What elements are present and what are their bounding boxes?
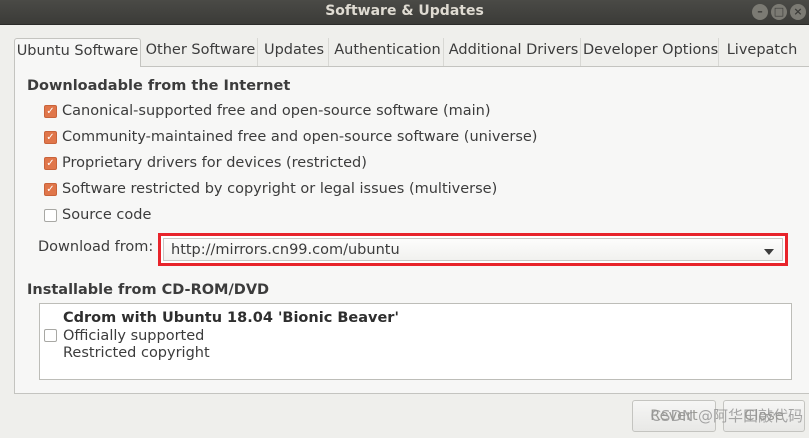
- cdrom-list: Cdrom with Ubuntu 18.04 'Bionic Beaver' …: [39, 303, 792, 380]
- checkbox-source-code[interactable]: Source code: [44, 205, 151, 225]
- checkbox-checked-icon[interactable]: ✓: [44, 156, 57, 170]
- checkbox-checked-icon[interactable]: ✓: [44, 182, 57, 196]
- tab-bar: Ubuntu Software Other Software Updates A…: [14, 38, 809, 67]
- download-from-label: Download from:: [38, 239, 154, 255]
- checkbox-unchecked-icon[interactable]: [44, 208, 57, 222]
- checkbox-multiverse[interactable]: ✓ Software restricted by copyright or le…: [44, 179, 497, 199]
- cdrom-item-title: Cdrom with Ubuntu 18.04 'Bionic Beaver': [63, 310, 399, 326]
- checkbox-main[interactable]: ✓ Canonical-supported free and open-sour…: [44, 101, 491, 121]
- checkbox-label: Source code: [62, 207, 152, 223]
- checkbox-checked-icon[interactable]: ✓: [44, 130, 57, 144]
- tab-developer-options[interactable]: Developer Options: [583, 38, 719, 66]
- checkbox-label: Proprietary drivers for devices (restric…: [62, 155, 367, 171]
- checkbox-checked-icon[interactable]: ✓: [44, 104, 57, 118]
- download-from-value: http://mirrors.cn99.com/ubuntu: [171, 242, 400, 258]
- tab-updates[interactable]: Updates: [260, 38, 329, 66]
- maximize-icon[interactable]: □: [771, 4, 787, 20]
- cdrom-heading: Installable from CD-ROM/DVD: [27, 282, 270, 298]
- checkbox-label: Software restricted by copyright or lega…: [62, 181, 498, 197]
- cdrom-item-line: Officially supported: [63, 328, 205, 344]
- window-title: Software & Updates: [325, 3, 484, 19]
- close-icon[interactable]: ×: [790, 4, 806, 20]
- downloadable-heading: Downloadable from the Internet: [27, 78, 291, 94]
- minimize-icon[interactable]: –: [752, 4, 768, 20]
- checkbox-restricted[interactable]: ✓ Proprietary drivers for devices (restr…: [44, 153, 367, 173]
- checkbox-unchecked-icon[interactable]: [44, 329, 57, 342]
- tab-additional-drivers[interactable]: Additional Drivers: [447, 38, 581, 66]
- tab-authentication[interactable]: Authentication: [332, 38, 444, 66]
- tab-other-software[interactable]: Other Software: [144, 38, 258, 66]
- checkbox-universe[interactable]: ✓ Community-maintained free and open-sou…: [44, 127, 537, 147]
- tab-ubuntu-software[interactable]: Ubuntu Software: [14, 38, 141, 67]
- checkbox-label: Community-maintained free and open-sourc…: [62, 129, 538, 145]
- watermark: CSDN @阿华田敲代码: [650, 407, 803, 425]
- cdrom-item-line: Restricted copyright: [63, 345, 210, 361]
- checkbox-label: Canonical-supported free and open-source…: [62, 103, 491, 119]
- download-from-combo[interactable]: http://mirrors.cn99.com/ubuntu: [163, 238, 783, 261]
- download-from-dropdown[interactable]: http://mirrors.cn99.com/ubuntu: [158, 233, 788, 266]
- title-bar: Software & Updates – □ ×: [0, 0, 809, 25]
- tab-livepatch[interactable]: Livepatch: [721, 38, 803, 66]
- chevron-down-icon[interactable]: [764, 249, 774, 255]
- ubuntu-software-panel: Downloadable from the Internet ✓ Canonic…: [14, 66, 809, 394]
